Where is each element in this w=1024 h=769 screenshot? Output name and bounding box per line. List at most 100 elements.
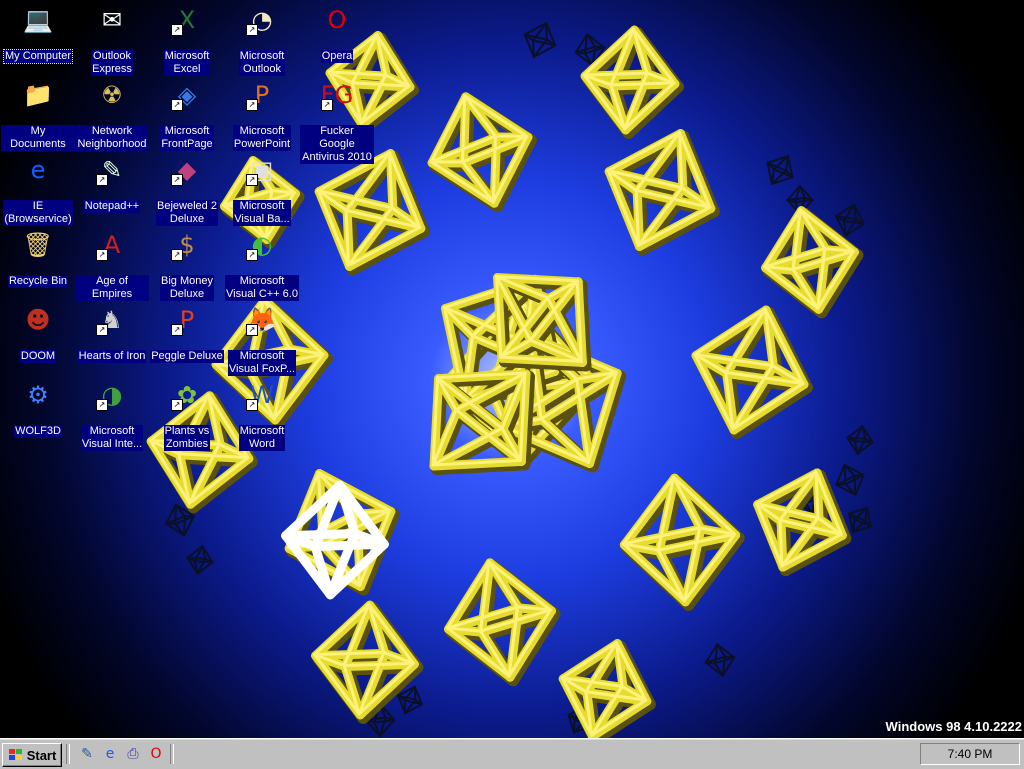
clock[interactable]: 7:40 PM	[948, 747, 993, 761]
taskbar: Start ✎ e ⎙ O 7:40 PM	[0, 738, 1024, 769]
desktop-icon-label: Bejeweled 2 Deluxe	[156, 200, 218, 226]
app-icon: ◈ ↗	[171, 79, 203, 111]
version-watermark: Windows 98 4.10.2222	[885, 719, 1022, 734]
app-icon: W ↗	[246, 379, 278, 411]
desktop-icon-fucker-google-antivirus-2010[interactable]: FG ↗ Fucker Google Antivirus 2010	[300, 79, 374, 164]
app-icon: ◑ ↗	[96, 379, 128, 411]
app-glyph-icon: ⚙	[27, 381, 49, 409]
desktop-icon-hearts-of-iron[interactable]: ♞ ↗ Hearts of Iron	[75, 304, 149, 363]
desktop-icon-label: Fucker Google Antivirus 2010	[300, 125, 374, 164]
app-icon: ✿ ↗	[171, 379, 203, 411]
desktop-icon-big-money-deluxe[interactable]: $ ↗ Big Money Deluxe	[150, 229, 224, 301]
quick-launch-icon[interactable]: O	[147, 746, 165, 762]
wireframe-shape	[523, 22, 557, 58]
start-label: Start	[26, 747, 57, 763]
desktop-icon-microsoft-powerpoint[interactable]: P ↗ Microsoft PowerPoint	[225, 79, 299, 151]
wireframe-shape	[846, 425, 874, 455]
shortcut-arrow-icon: ↗	[246, 174, 258, 186]
desktop-icon-microsoft-frontpage[interactable]: ◈ ↗ Microsoft FrontPage	[150, 79, 224, 151]
wireframe-shape	[186, 545, 214, 575]
desktop-icon-peggle-deluxe[interactable]: P ↗ Peggle Deluxe	[150, 304, 224, 363]
desktop-icon-microsoft-excel[interactable]: X ↗ Microsoft Excel	[150, 4, 224, 76]
desktop-icon-my-computer[interactable]: 💻 My Computer	[1, 4, 75, 64]
app-glyph-icon: 💻	[23, 6, 53, 34]
desktop-icon-age-of-empires[interactable]: A ↗ Age of Empires	[75, 229, 149, 301]
desktop-icon-label: My Computer	[2, 49, 74, 64]
desktop-icon-label: IE (Browservice)	[3, 200, 73, 226]
desktop-icon-microsoft-visual-ba[interactable]: ▣ ↗ Microsoft Visual Ba...	[225, 154, 299, 226]
desktop[interactable]: 💻 My Computer 📁 My Documents e IE (Browservic…	[0, 0, 1024, 738]
app-icon: O	[321, 4, 353, 36]
desktop-icon-label: Big Money Deluxe	[160, 275, 214, 301]
desktop-icon-microsoft-visual-c-6-0[interactable]: ◐ ↗ Microsoft Visual C++ 6.0	[225, 229, 299, 301]
desktop-icon-microsoft-visual-foxp[interactable]: 🦊 ↗ Microsoft Visual FoxP...	[225, 304, 299, 376]
app-icon: ☻	[22, 304, 54, 336]
desktop-icon-label: Peggle Deluxe	[150, 350, 224, 363]
shortcut-arrow-icon: ↗	[246, 99, 258, 111]
app-icon: ▣ ↗	[246, 154, 278, 186]
app-icon: 📁	[22, 79, 54, 111]
app-glyph-icon: ☻	[25, 306, 51, 334]
shortcut-arrow-icon: ↗	[96, 324, 108, 336]
app-icon: ☢	[96, 79, 128, 111]
desktop-icon-outlook-express[interactable]: ✉ Outlook Express	[75, 4, 149, 76]
desktop-icon-microsoft-visual-inte[interactable]: ◑ ↗ Microsoft Visual Inte...	[75, 379, 149, 451]
desktop-icon-label: Microsoft Word	[238, 425, 286, 451]
shortcut-arrow-icon: ↗	[171, 24, 183, 36]
desktop-icon-microsoft-outlook[interactable]: ◔ ↗ Microsoft Outlook	[225, 4, 299, 76]
app-icon: ⚙	[22, 379, 54, 411]
system-tray[interactable]: 7:40 PM	[920, 743, 1020, 765]
app-icon: ✉	[96, 4, 128, 36]
quick-launch-icon[interactable]: ✎	[78, 746, 96, 762]
shortcut-arrow-icon: ↗	[171, 324, 183, 336]
app-glyph-icon: e	[30, 156, 46, 184]
desktop-icon-doom[interactable]: ☻ DOOM	[1, 304, 75, 363]
desktop-icon-my-documents[interactable]: 📁 My Documents	[1, 79, 75, 151]
shortcut-arrow-icon: ↗	[96, 249, 108, 261]
desktop-icon-label: Outlook Express	[91, 50, 133, 76]
quick-launch-icon[interactable]: ⎙	[124, 746, 142, 762]
app-glyph-icon: O	[327, 6, 347, 34]
desktop-icon-opera[interactable]: O Opera	[300, 4, 374, 63]
desktop-icon-plants-vs-zombies[interactable]: ✿ ↗ Plants vs Zombies	[150, 379, 224, 451]
windows-logo-icon	[8, 749, 22, 760]
wireframe-shape	[766, 155, 794, 185]
app-icon: 🦊 ↗	[246, 304, 278, 336]
desktop-icon-ie-browservice[interactable]: e IE (Browservice)	[1, 154, 75, 226]
app-glyph-icon: 🗑	[22, 231, 54, 259]
shortcut-arrow-icon: ↗	[246, 249, 258, 261]
desktop-icon-label: Opera	[320, 50, 354, 63]
desktop-icon-label: Hearts of Iron	[77, 350, 147, 363]
app-icon: P ↗	[246, 79, 278, 111]
desktop-icon-label: Microsoft Visual Ba...	[233, 200, 291, 226]
desktop-icon-bejeweled-2-deluxe[interactable]: ◆ ↗ Bejeweled 2 Deluxe	[150, 154, 224, 226]
quick-launch-icon[interactable]: e	[101, 746, 119, 762]
app-icon: ◐ ↗	[246, 229, 278, 261]
shortcut-arrow-icon: ↗	[96, 399, 108, 411]
wireframe-shape	[835, 463, 865, 497]
desktop-icon-recycle-bin[interactable]: 🗑 Recycle Bin	[1, 229, 75, 288]
desktop-icon-label: My Documents	[1, 125, 75, 151]
desktop-icon-wolf3d[interactable]: ⚙ WOLF3D	[1, 379, 75, 438]
shortcut-arrow-icon: ↗	[171, 99, 183, 111]
app-icon: ◔ ↗	[246, 4, 278, 36]
app-icon: $ ↗	[171, 229, 203, 261]
desktop-icon-label: WOLF3D	[14, 425, 62, 438]
app-icon: X ↗	[171, 4, 203, 36]
desktop-icon-network-neighborhood[interactable]: ☢ Network Neighborhood	[75, 79, 149, 151]
app-icon: ✎ ↗	[96, 154, 128, 186]
desktop-icon-microsoft-word[interactable]: W ↗ Microsoft Word	[225, 379, 299, 451]
desktop-icon-notepad[interactable]: ✎ ↗ Notepad++	[75, 154, 149, 213]
app-icon: e	[22, 154, 54, 186]
desktop-icon-label: Microsoft Outlook	[238, 50, 286, 76]
shortcut-arrow-icon: ↗	[171, 399, 183, 411]
app-glyph-icon: ✉	[101, 6, 123, 34]
desktop-icon-label: Microsoft FrontPage	[160, 125, 214, 151]
start-button[interactable]: Start	[2, 743, 62, 767]
taskbar-separator	[170, 744, 174, 764]
taskbar-separator	[66, 744, 70, 764]
desktop-icon-label: Recycle Bin	[7, 275, 69, 288]
desktop-icon-label: Microsoft Excel	[163, 50, 211, 76]
shortcut-arrow-icon: ↗	[321, 99, 333, 111]
desktop-icon-label: Microsoft Visual C++ 6.0	[225, 275, 299, 301]
